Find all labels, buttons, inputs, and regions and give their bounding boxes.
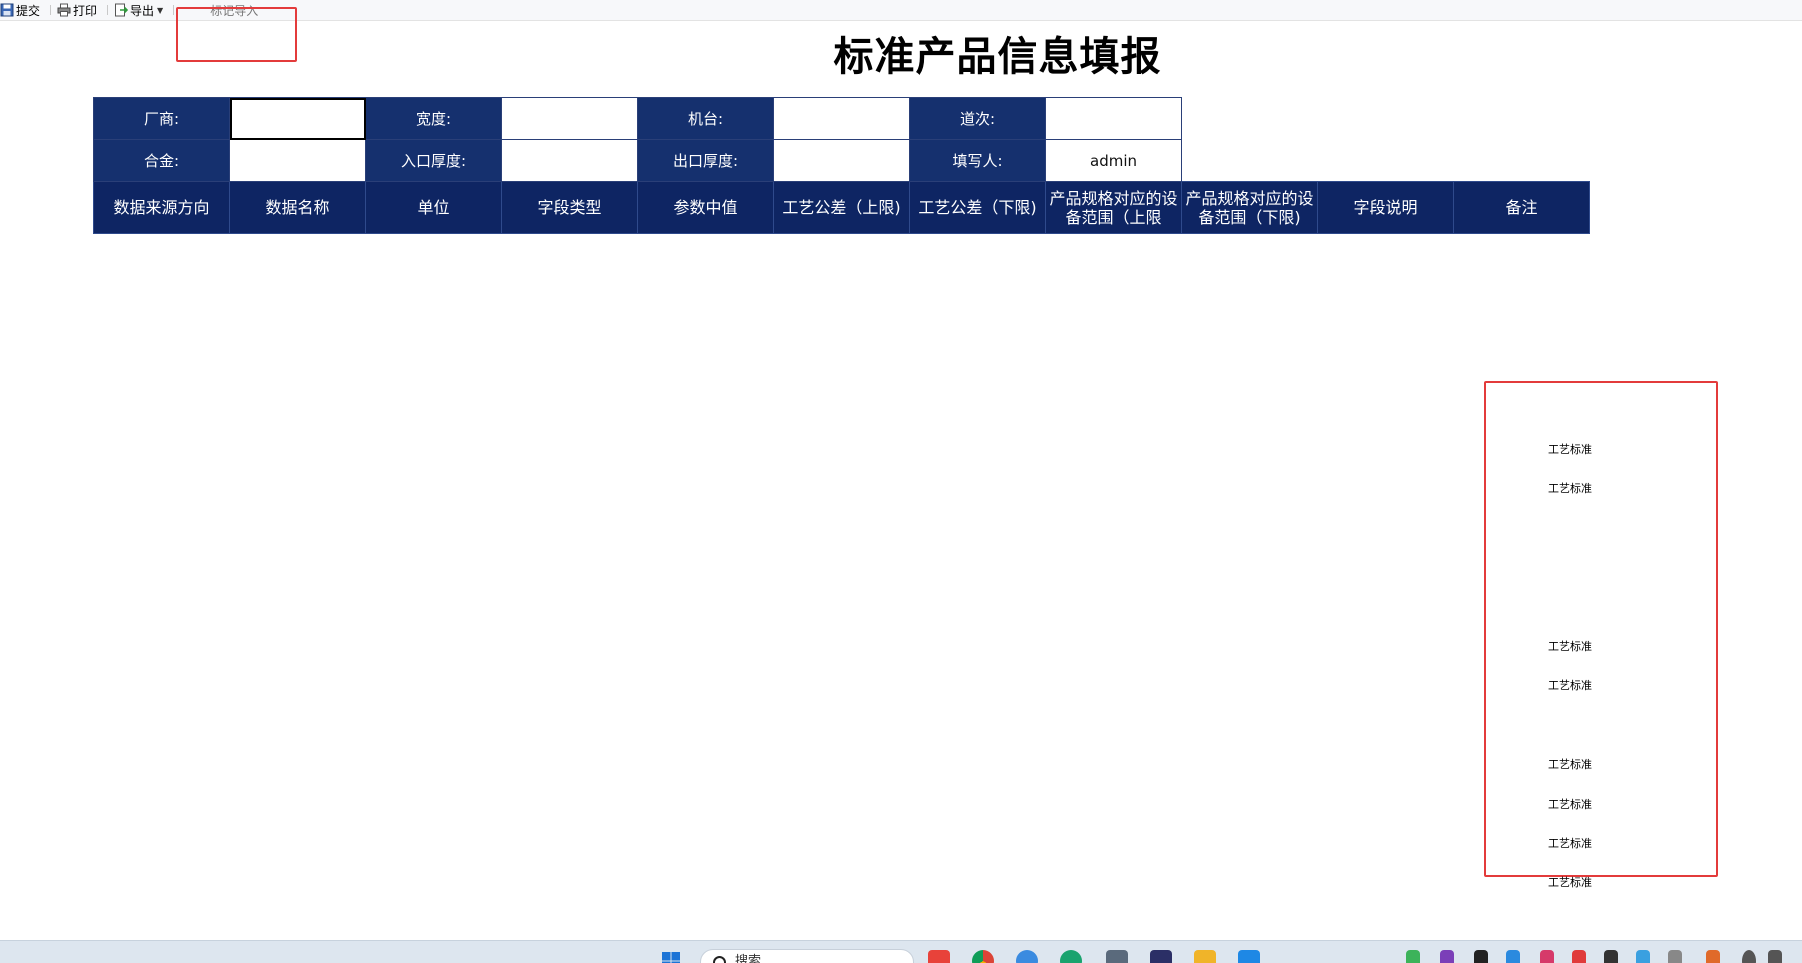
taskbar: 搜索 [0, 940, 1802, 963]
column-header: 工艺公差（上限) [774, 182, 910, 234]
table-header-row: 数据来源方向 数据名称 单位 字段类型 参数中值 工艺公差（上限) 工艺公差（下… [94, 182, 1590, 234]
width-label: 宽度: [366, 98, 502, 140]
folder-app-icon[interactable] [1194, 950, 1216, 963]
form-row: 合金: 入口厚度: 出口厚度: 填写人: admin [94, 140, 1590, 182]
process-standard-label: 工艺标准 [1548, 677, 1592, 693]
exit-thickness-field[interactable] [774, 140, 910, 182]
tray-icon[interactable] [1474, 950, 1488, 963]
process-standard-label: 工艺标准 [1548, 835, 1592, 851]
column-header: 产品规格对应的设备范围（上限 [1046, 182, 1182, 234]
process-standard-label: 工艺标准 [1548, 874, 1592, 890]
column-header: 工艺公差（下限) [910, 182, 1046, 234]
ide-app-icon[interactable] [1150, 950, 1172, 963]
machine-input[interactable] [774, 98, 909, 139]
export-dropdown[interactable]: 导出 ▼ [114, 1, 167, 19]
column-header: 参数中值 [638, 182, 774, 234]
process-standard-label: 工艺标准 [1548, 441, 1592, 457]
taskbar-search[interactable]: 搜索 [700, 949, 914, 963]
width-input[interactable] [502, 98, 637, 139]
wifi-icon[interactable] [1742, 950, 1756, 963]
chevron-down-icon: ▼ [157, 6, 163, 15]
tray-icon[interactable] [1540, 950, 1554, 963]
toolbar-divider [173, 5, 174, 15]
calculator-app-icon[interactable] [1106, 950, 1128, 963]
export-label: 导出 [130, 2, 154, 19]
alloy-field[interactable] [230, 140, 366, 182]
entry-thickness-input[interactable] [502, 140, 637, 181]
vendor-field[interactable] [230, 98, 366, 140]
submit-button[interactable]: 提交 [0, 1, 44, 19]
volume-icon[interactable] [1768, 950, 1782, 963]
ie-app-icon[interactable] [1016, 950, 1038, 963]
export-icon [114, 3, 128, 17]
tray-icon[interactable] [1506, 950, 1520, 963]
vendor-input[interactable] [230, 98, 365, 139]
xmind-app-icon[interactable] [928, 950, 950, 963]
machine-label: 机台: [638, 98, 774, 140]
printer-icon [57, 3, 71, 17]
toolbar-divider [50, 5, 51, 15]
page-title: 标准产品信息填报 [0, 24, 1802, 82]
exit-thickness-input[interactable] [774, 140, 909, 181]
tray-icon[interactable] [1572, 950, 1586, 963]
process-standard-label: 工艺标准 [1548, 480, 1592, 496]
chrome-app-icon[interactable] [972, 950, 994, 963]
alloy-input[interactable] [230, 140, 365, 181]
column-header: 数据名称 [230, 182, 366, 234]
column-header: 数据来源方向 [94, 182, 230, 234]
highlight-box-side-labels [1484, 381, 1718, 877]
process-standard-label: 工艺标准 [1548, 756, 1592, 772]
tray-icon[interactable] [1440, 950, 1454, 963]
pass-label: 道次: [910, 98, 1046, 140]
column-header: 备注 [1454, 182, 1590, 234]
save-icon [0, 3, 14, 17]
column-header: 字段说明 [1318, 182, 1454, 234]
filler-value: admin [1046, 140, 1182, 182]
column-header: 单位 [366, 182, 502, 234]
machine-field[interactable] [774, 98, 910, 140]
tray-icon[interactable] [1668, 950, 1682, 963]
windows-start-icon[interactable] [660, 950, 682, 963]
print-button[interactable]: 打印 [57, 1, 101, 19]
alloy-label: 合金: [94, 140, 230, 182]
vendor-label: 厂商: [94, 98, 230, 140]
entry-thickness-label: 入口厚度: [366, 140, 502, 182]
print-label: 打印 [73, 2, 97, 19]
tray-icon[interactable] [1636, 950, 1650, 963]
submit-label: 提交 [16, 2, 40, 19]
pass-field[interactable] [1046, 98, 1182, 140]
filler-label: 填写人: [910, 140, 1046, 182]
width-field[interactable] [502, 98, 638, 140]
toolbar-divider [107, 5, 108, 15]
pass-input[interactable] [1046, 98, 1181, 139]
column-header: 字段类型 [502, 182, 638, 234]
tray-icon[interactable] [1604, 950, 1618, 963]
product-info-form: 厂商: 宽度: 机台: 道次: 合金: 入口厚度: 出口厚度: 填写人: adm… [93, 97, 1590, 234]
store-app-icon[interactable] [1238, 950, 1260, 963]
tray-icon[interactable] [1706, 950, 1720, 963]
form-row: 厂商: 宽度: 机台: 道次: [94, 98, 1590, 140]
entry-thickness-field[interactable] [502, 140, 638, 182]
edge-app-icon[interactable] [1060, 950, 1082, 963]
process-standard-label: 工艺标准 [1548, 796, 1592, 812]
process-standard-label: 工艺标准 [1548, 638, 1592, 654]
column-header: 产品规格对应的设备范围（下限) [1182, 182, 1318, 234]
tray-icon[interactable] [1406, 950, 1420, 963]
exit-thickness-label: 出口厚度: [638, 140, 774, 182]
